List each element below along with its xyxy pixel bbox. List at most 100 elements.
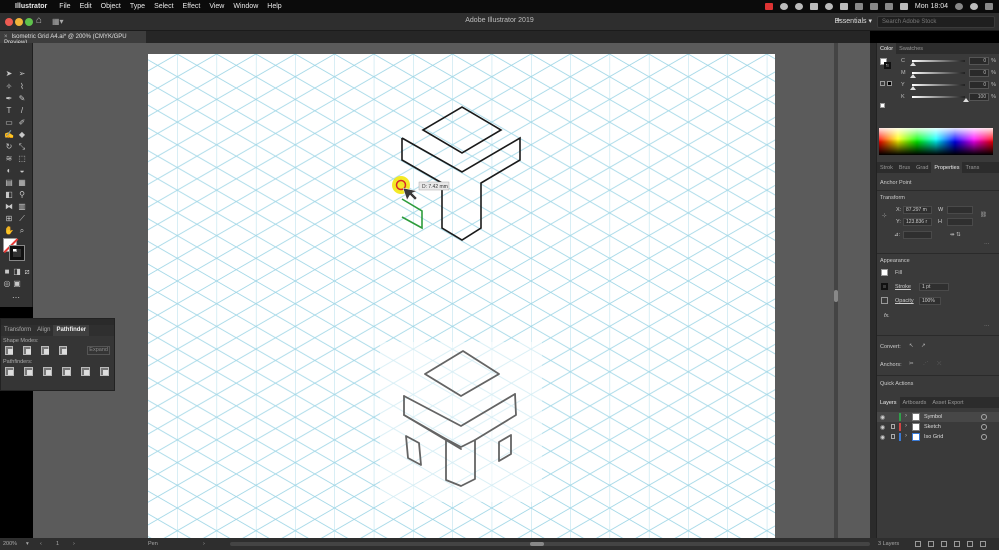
flip-icons[interactable]: ⇹ ⇅ [950,232,961,238]
shaper-tool-icon[interactable]: ✍ [4,130,14,139]
paintbrush-tool-icon[interactable]: ✐ [17,118,27,127]
cloud-icon[interactable] [809,3,818,10]
divide-icon[interactable] [5,367,14,376]
color-mode-icon[interactable]: ■ [2,267,12,276]
constrain-proportions-icon[interactable]: ⛓ [980,212,987,218]
outline-icon[interactable] [81,367,90,376]
skype-icon[interactable] [779,3,788,10]
fx-button[interactable]: fx. [884,313,890,319]
rectangle-tool-icon[interactable]: ▭ [4,118,14,127]
stroke-label[interactable]: Stroke [895,284,911,290]
none-swatch-icon[interactable] [880,81,885,86]
cut-path-icon[interactable]: ⤫ [937,361,941,368]
eraser-tool-icon[interactable]: ◆ [17,130,27,139]
width-field[interactable] [947,206,973,214]
magenta-slider[interactable]: M 0 % [901,68,996,78]
artboard-svg[interactable]: D: 7.42 mm [148,54,775,538]
live-paint-tool-icon[interactable]: ◒ [17,166,27,175]
zoom-tool-icon[interactable]: ⌕ [17,226,27,235]
locate-object-icon[interactable] [928,541,934,547]
menu-file[interactable]: File [59,3,70,10]
eject-icon[interactable] [869,3,878,10]
color-spectrum[interactable] [879,128,993,155]
crop-icon[interactable] [62,367,71,376]
layer-target-icon[interactable] [981,434,987,440]
draw-mode-icon[interactable]: ◎ [2,279,12,288]
next-artboard-icon[interactable]: › [73,541,75,547]
status-menu-icon[interactable]: › [203,541,205,547]
magenta-value[interactable]: 0 [969,69,990,77]
export-layers-icon[interactable] [915,541,921,547]
line-tool-icon[interactable]: / [17,106,27,115]
shape-builder-tool-icon[interactable]: ◐ [4,166,14,175]
convert-to-smooth-icon[interactable]: ↗ [921,343,926,349]
hand-tool-icon[interactable]: ✋ [4,226,14,235]
merge-icon[interactable] [43,367,52,376]
globe-icon[interactable] [794,3,803,10]
scale-tool-icon[interactable]: ⤡ [17,142,27,151]
workspace-dropdown[interactable]: Essentials ▾ [835,17,872,25]
user-avatar-icon[interactable] [970,3,978,10]
tab-brushes[interactable]: Brus [896,162,913,173]
layer-target-icon[interactable] [981,414,987,420]
new-layer-icon[interactable] [967,541,973,547]
layer-row[interactable]: ◉ › Symbol [877,412,999,422]
lock-icon[interactable] [891,434,895,439]
lock-icon[interactable] [891,424,895,429]
artboard[interactable]: D: 7.42 mm [148,54,775,538]
creative-cloud-icon[interactable] [824,3,833,10]
gradient-tool-icon[interactable]: ◧ [4,190,14,199]
x-position-field[interactable]: 87.297 m [903,206,932,214]
tab-gradient[interactable]: Grad [913,162,931,173]
battery-icon[interactable] [899,3,908,10]
black-swatch-icon[interactable] [887,81,892,86]
layer-name[interactable]: Iso Grid [924,434,943,440]
rotation-field[interactable] [903,231,932,239]
edit-toolbar-icon[interactable]: ⋯ [11,293,21,302]
free-transform-tool-icon[interactable]: ⬚ [17,154,27,163]
type-tool-icon[interactable]: T [4,106,14,115]
artboard-tool-icon[interactable]: ⊞ [4,214,14,223]
fill-none-icon[interactable] [881,269,888,276]
stroke-color-icon[interactable] [881,283,888,290]
curvature-tool-icon[interactable]: ✎ [17,94,27,103]
layer-name[interactable]: Sketch [924,424,941,430]
tab-properties[interactable]: Properties [931,162,963,173]
intersect-icon[interactable] [41,346,50,355]
yellow-slider[interactable]: Y 0 % [901,80,996,90]
stroke-weight-field[interactable]: 1 pt [919,283,949,291]
blend-tool-icon[interactable]: ⧓ [4,202,14,211]
y-position-field[interactable]: 123.836 r [903,218,932,226]
delete-layer-icon[interactable] [980,541,986,547]
tab-transparency[interactable]: Trans [962,162,982,173]
gradient-mode-icon[interactable]: ◨ [12,267,22,276]
rotate-tool-icon[interactable]: ↻ [4,142,14,151]
more-appearance-options-icon[interactable]: ⋯ [984,324,990,330]
unite-icon[interactable] [5,346,14,355]
color-stroke-swatch[interactable] [884,62,891,69]
menu-type[interactable]: Type [130,3,145,10]
expand-layer-chevron-icon[interactable]: › [905,433,907,439]
cyan-slider[interactable]: C 0 % [901,56,996,66]
menu-edit[interactable]: Edit [80,3,92,10]
tab-pathfinder[interactable]: Pathfinder [53,325,90,336]
canvas-area[interactable]: D: 7.42 mm [33,43,870,538]
menu-select[interactable]: Select [154,3,173,10]
trim-icon[interactable] [24,367,33,376]
yellow-value[interactable]: 0 [969,81,990,89]
expand-button[interactable]: Expand [87,346,111,355]
exclude-icon[interactable] [59,346,68,355]
menu-effect[interactable]: Effect [183,3,201,10]
layer-row[interactable]: ◉ › Sketch [877,422,999,432]
make-clipping-mask-icon[interactable] [941,541,947,547]
layer-target-icon[interactable] [981,424,987,430]
search-stock-input[interactable]: Search Adobe Stock [877,16,995,28]
display-icon[interactable] [839,3,848,10]
pen-tool-icon[interactable]: ✒ [4,94,14,103]
tab-artboards[interactable]: Artboards [900,397,930,408]
black-slider[interactable]: K 100 % [901,92,996,102]
horizontal-scroll-thumb[interactable] [530,542,544,546]
screen-mode-icon[interactable]: ▣ [12,279,22,288]
volume-icon[interactable] [884,3,893,10]
minus-back-icon[interactable] [100,367,109,376]
